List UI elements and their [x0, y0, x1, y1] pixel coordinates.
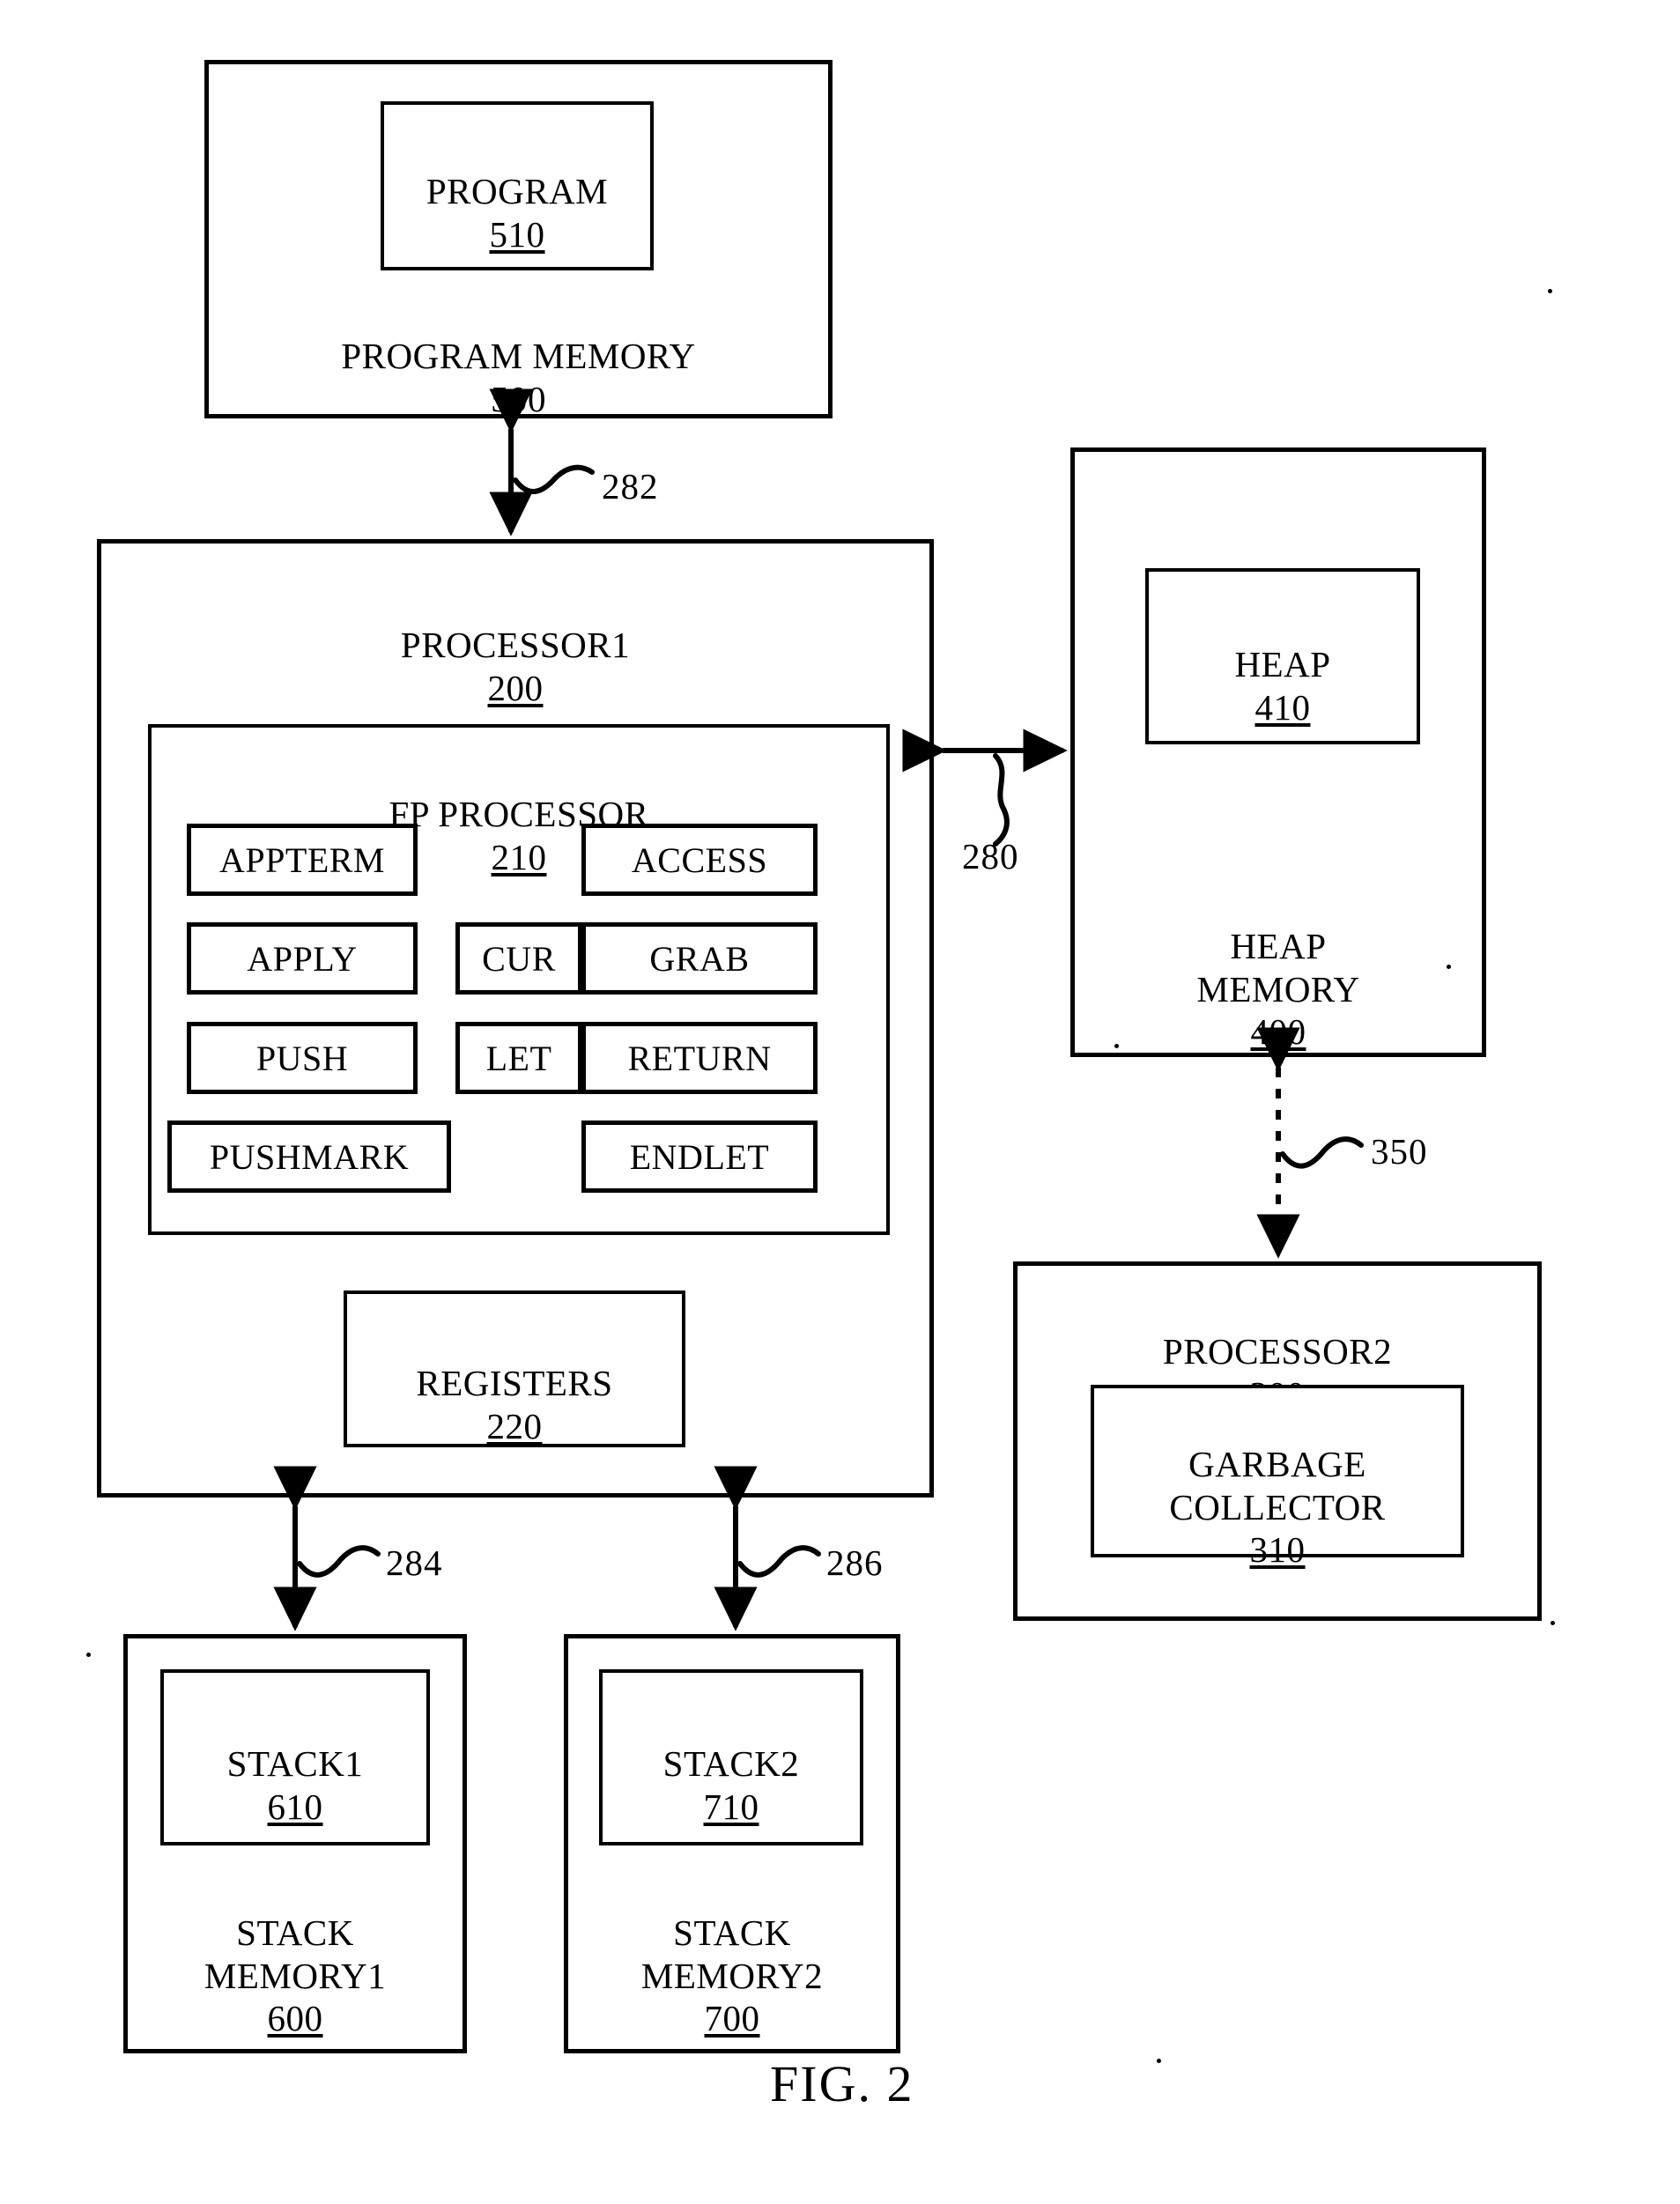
scan-speck	[1550, 1621, 1555, 1625]
scan-speck	[1447, 965, 1451, 969]
instruction-endlet[interactable]: ENDLET	[581, 1120, 818, 1193]
stack-memory1-label: STACK MEMORY1 600	[123, 1869, 467, 2082]
connector-ref-280: 280	[962, 836, 1019, 876]
connector-ref-284: 284	[386, 1542, 443, 1583]
garbage-collector-number: 310	[1249, 1529, 1306, 1571]
stack2-number: 710	[703, 1786, 759, 1827]
stack-memory2-label: STACK MEMORY2 700	[564, 1869, 900, 2082]
processor1-number: 200	[487, 667, 544, 708]
registers-label: REGISTERS 220	[344, 1320, 685, 1490]
scan-speck	[1114, 1044, 1119, 1048]
instruction-label: APPLY	[247, 938, 358, 979]
instruction-appterm[interactable]: APPTERM	[187, 824, 418, 896]
instruction-let[interactable]: LET	[455, 1022, 582, 1094]
program-memory-label: PROGRAM MEMORY 500	[204, 292, 833, 463]
instruction-label: ENDLET	[629, 1136, 770, 1177]
instruction-label: GRAB	[649, 938, 750, 979]
program-label: PROGRAM 510	[381, 128, 654, 299]
program-memory-number: 500	[491, 378, 546, 419]
connector-286	[714, 1466, 821, 1631]
stack2-label: STACK2 710	[599, 1700, 863, 1871]
instruction-pushmark[interactable]: PUSHMARK	[167, 1120, 451, 1193]
stack-memory2-number: 700	[704, 1998, 760, 2039]
instruction-label: APPTERM	[219, 839, 385, 880]
instruction-label: RETURN	[627, 1038, 772, 1078]
instruction-label: LET	[485, 1038, 552, 1078]
figure-caption: FIG. 2	[770, 2055, 914, 2112]
patent-figure-2: PROGRAM 510 PROGRAM MEMORY 500 PROCESSOR…	[0, 0, 1680, 2204]
stack1-label: STACK1 610	[160, 1700, 430, 1871]
instruction-push[interactable]: PUSH	[187, 1022, 418, 1094]
instruction-label: ACCESS	[631, 839, 768, 880]
instruction-label: CUR	[482, 938, 556, 979]
scan-speck	[1157, 2059, 1161, 2063]
heap-memory-label: HEAP MEMORY 400	[1070, 883, 1486, 1096]
instruction-label: PUSHMARK	[209, 1136, 410, 1177]
instruction-grab[interactable]: GRAB	[581, 922, 818, 995]
connector-ref-282: 282	[602, 466, 659, 507]
heap-number: 410	[1254, 686, 1311, 728]
stack1-number: 610	[267, 1786, 323, 1827]
garbage-collector-label: GARBAGE COLLECTOR 310	[1091, 1401, 1464, 1614]
connector-280	[902, 729, 1068, 847]
instruction-apply[interactable]: APPLY	[187, 922, 418, 995]
scan-speck	[86, 1653, 91, 1657]
instruction-return[interactable]: RETURN	[581, 1022, 818, 1094]
heap-memory-number: 400	[1250, 1011, 1306, 1053]
registers-number: 220	[486, 1405, 543, 1446]
stack-memory1-number: 600	[267, 1998, 323, 2039]
instruction-access[interactable]: ACCESS	[581, 824, 818, 896]
connector-ref-350: 350	[1371, 1131, 1428, 1172]
connector-ref-286: 286	[826, 1542, 884, 1583]
instruction-cur[interactable]: CUR	[455, 922, 582, 995]
heap-label: HEAP 410	[1145, 601, 1420, 772]
connector-284	[273, 1466, 381, 1631]
instruction-label: PUSH	[255, 1038, 349, 1078]
program-number: 510	[489, 213, 545, 255]
scan-speck	[1548, 289, 1552, 293]
